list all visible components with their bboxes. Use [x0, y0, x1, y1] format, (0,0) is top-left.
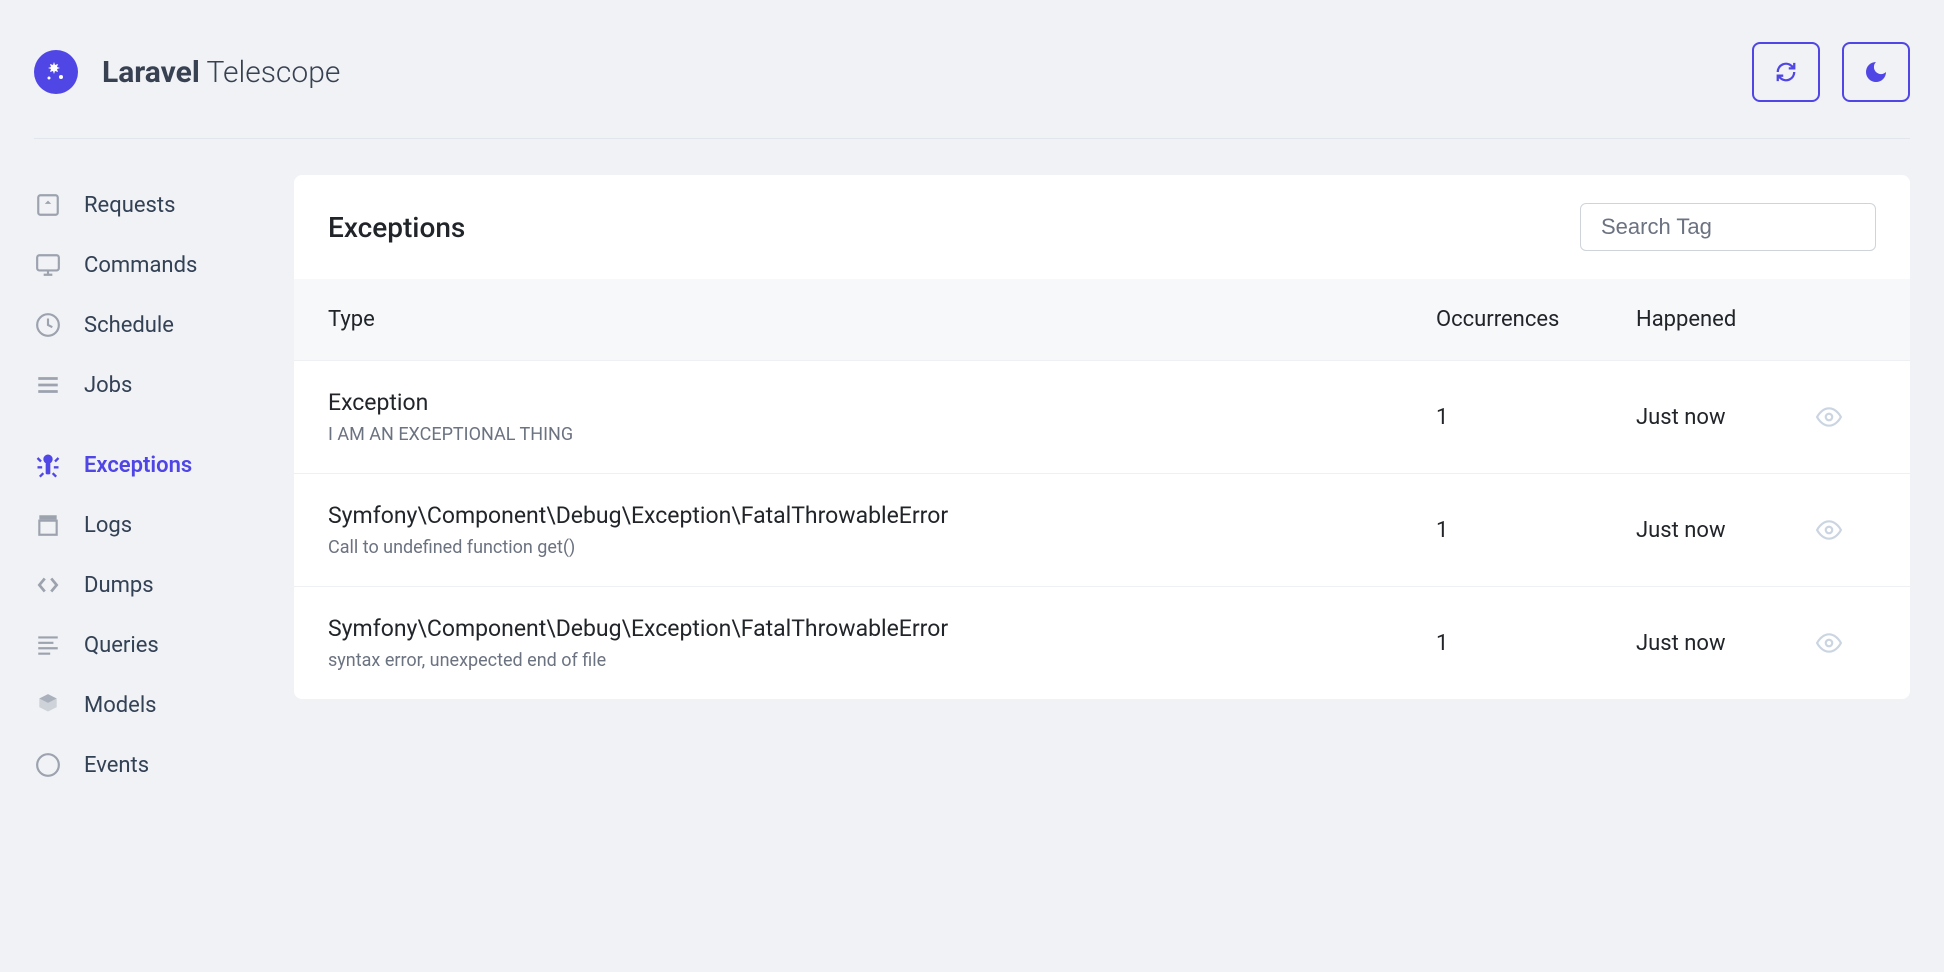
content: Exceptions Type Occurrences Happened Exc…: [294, 175, 1910, 795]
sidebar-item-label: Commands: [84, 253, 197, 278]
happened-value: Just now: [1636, 518, 1816, 543]
sidebar-item-commands[interactable]: Commands: [34, 235, 294, 295]
exceptions-card: Exceptions Type Occurrences Happened Exc…: [294, 175, 1910, 699]
sidebar-item-label: Jobs: [84, 373, 132, 398]
sidebar-item-label: Logs: [84, 513, 132, 538]
jobs-icon: [34, 371, 62, 399]
sidebar-item-label: Queries: [84, 633, 159, 658]
header-left: Laravel Telescope: [34, 50, 340, 94]
sidebar-item-models[interactable]: Models: [34, 675, 294, 735]
col-header-happened: Happened: [1636, 307, 1816, 332]
sidebar-item-label: Schedule: [84, 313, 174, 338]
exception-name: Symfony\Component\Debug\Exception\FatalT…: [328, 502, 1436, 529]
view-button[interactable]: [1816, 630, 1842, 656]
requests-icon: [34, 191, 62, 219]
table-row: Exception I AM AN EXCEPTIONAL THING 1 Ju…: [294, 360, 1910, 473]
exception-message: syntax error, unexpected end of file: [328, 650, 1436, 671]
toggle-dark-button[interactable]: [1842, 42, 1910, 102]
sidebar-item-events[interactable]: Events: [34, 735, 294, 795]
header-actions: [1752, 42, 1910, 102]
sidebar-item-label: Dumps: [84, 573, 154, 598]
moon-icon: [1864, 60, 1888, 84]
col-header-type: Type: [328, 307, 1436, 332]
occurrences-value: 1: [1436, 518, 1636, 543]
commands-icon: [34, 251, 62, 279]
sidebar-item-label: Requests: [84, 193, 175, 218]
sidebar-item-dumps[interactable]: Dumps: [34, 555, 294, 615]
occurrences-value: 1: [1436, 405, 1636, 430]
exception-name: Exception: [328, 389, 1436, 416]
sidebar-item-queries[interactable]: Queries: [34, 615, 294, 675]
sidebar-item-logs[interactable]: Logs: [34, 495, 294, 555]
sidebar-spacer: [34, 415, 294, 435]
sidebar-item-jobs[interactable]: Jobs: [34, 355, 294, 415]
models-icon: [34, 691, 62, 719]
sidebar-item-label: Exceptions: [84, 453, 192, 478]
sidebar-item-label: Models: [84, 693, 157, 718]
view-button[interactable]: [1816, 404, 1842, 430]
logo-icon: [34, 50, 78, 94]
col-header-view: [1816, 307, 1876, 332]
table-header: Type Occurrences Happened: [294, 279, 1910, 360]
sidebar-item-label: Events: [84, 753, 149, 778]
app-title: Laravel Telescope: [102, 55, 340, 90]
refresh-icon: [1775, 61, 1797, 83]
occurrences-value: 1: [1436, 631, 1636, 656]
search-input[interactable]: [1580, 203, 1876, 251]
exception-name: Symfony\Component\Debug\Exception\FatalT…: [328, 615, 1436, 642]
view-button[interactable]: [1816, 517, 1842, 543]
dumps-icon: [34, 571, 62, 599]
happened-value: Just now: [1636, 631, 1816, 656]
eye-icon: [1816, 517, 1842, 543]
header: Laravel Telescope: [34, 0, 1910, 139]
exception-message: I AM AN EXCEPTIONAL THING: [328, 424, 1436, 445]
card-title: Exceptions: [328, 211, 465, 244]
sidebar-item-requests[interactable]: Requests: [34, 175, 294, 235]
exceptions-icon: [34, 451, 62, 479]
exception-message: Call to undefined function get(): [328, 537, 1436, 558]
events-icon: [34, 751, 62, 779]
schedule-icon: [34, 311, 62, 339]
queries-icon: [34, 631, 62, 659]
refresh-button[interactable]: [1752, 42, 1820, 102]
sidebar-item-schedule[interactable]: Schedule: [34, 295, 294, 355]
card-header: Exceptions: [294, 175, 1910, 279]
eye-icon: [1816, 404, 1842, 430]
eye-icon: [1816, 630, 1842, 656]
logs-icon: [34, 511, 62, 539]
happened-value: Just now: [1636, 405, 1816, 430]
sidebar: Requests Commands: [34, 175, 294, 795]
sidebar-item-exceptions[interactable]: Exceptions: [34, 435, 294, 495]
col-header-occurrences: Occurrences: [1436, 307, 1636, 332]
table-row: Symfony\Component\Debug\Exception\FatalT…: [294, 586, 1910, 699]
table-row: Symfony\Component\Debug\Exception\FatalT…: [294, 473, 1910, 586]
